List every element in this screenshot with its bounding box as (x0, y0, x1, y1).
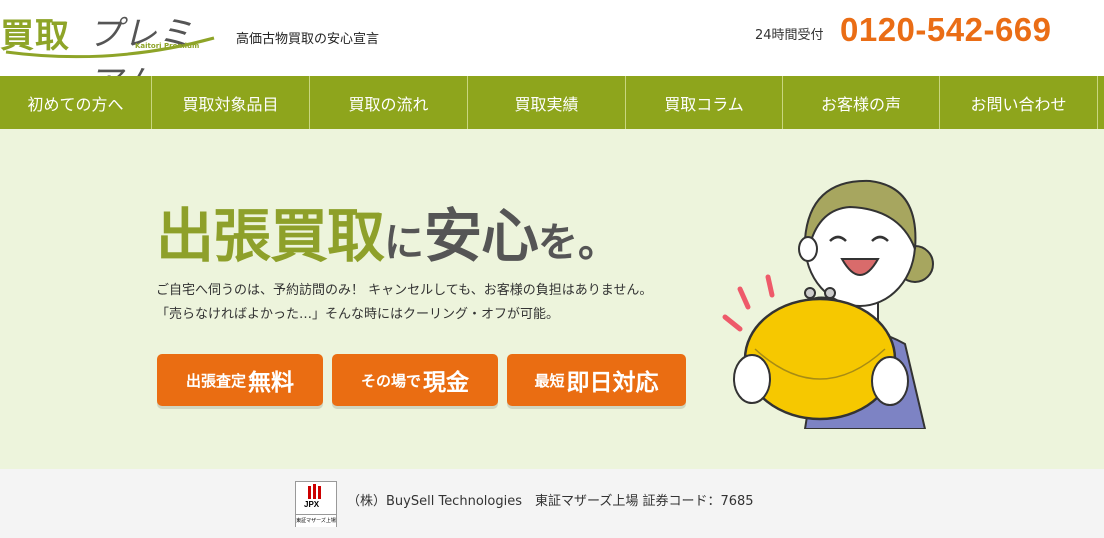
nav-item-first-time[interactable]: 初めての方へ (0, 76, 152, 129)
jpx-logo: JPX 東証マザーズ上場 (295, 481, 337, 527)
headline-part2: に (384, 220, 425, 266)
cta-small-text: その場で (360, 371, 421, 390)
company-info: （株）BuySell Technologies 東証マザーズ上場 証券コード：7… (347, 494, 754, 509)
logo-kanji: 買取 (0, 16, 70, 56)
nav-item-voices[interactable]: お客様の声 (783, 76, 940, 129)
headline-part1: 出張買取 (156, 202, 385, 270)
main-nav: 初めての方へ 買取対象品目 買取の流れ 買取実績 買取コラム お客様の声 お問い… (0, 76, 1104, 129)
site-footer: JPX 東証マザーズ上場 （株）BuySell Technologies 東証マ… (0, 469, 1104, 538)
cta-small-text: 出張査定 (185, 371, 246, 390)
hero-headline: 出張買取に安心を。 (156, 189, 618, 273)
desc-line-1: ご自宅へ伺うのは、予約訪問のみ！ キャンセルしても、お客様の負担はありません。 (156, 283, 653, 298)
desc-line-2: 「売らなければよかった…」そんな時にはクーリング・オフが可能。 (156, 307, 560, 322)
free-estimate-button[interactable]: 出張査定 無料 (157, 354, 323, 406)
nav-item-flow[interactable]: 買取の流れ (310, 76, 468, 129)
logo-roman: Kaitori Premium (135, 42, 200, 50)
hero-banner: 出張買取に安心を。 ご自宅へ伺うのは、予約訪問のみ！ キャンセルしても、お客様の… (0, 129, 1104, 469)
site-logo[interactable]: 買取 プレミアム Kaitori Premium (0, 2, 220, 103)
hero-description: ご自宅へ伺うのは、予約訪問のみ！ キャンセルしても、お客様の負担はありません。 … (156, 279, 652, 327)
nav-item-results[interactable]: 買取実績 (468, 76, 626, 129)
cash-on-spot-button[interactable]: その場で 現金 (332, 354, 498, 406)
cta-big-text: 即日対応 (566, 370, 659, 396)
headline-part4: を。 (538, 220, 619, 266)
nav-item-items[interactable]: 買取対象品目 (152, 76, 310, 129)
woman-with-purse-illustration (722, 179, 934, 429)
cta-big-text: 無料 (248, 370, 294, 396)
phone-number-link[interactable]: 0120-542-669 (840, 11, 1052, 49)
jpx-label: JPX (304, 500, 320, 509)
cta-big-text: 現金 (423, 370, 469, 396)
site-header: 買取 プレミアム Kaitori Premium 高価古物買取の安心宣言 24時… (0, 0, 1104, 103)
same-day-button[interactable]: 最短 即日対応 (507, 354, 686, 406)
nav-item-column[interactable]: 買取コラム (626, 76, 783, 129)
nav-item-contact[interactable]: お問い合わせ (940, 76, 1098, 129)
hours-label: 24時間受付 (755, 28, 824, 43)
cta-small-text: 最短 (534, 371, 565, 390)
jpx-sub-label: 東証マザーズ上場 (296, 514, 336, 527)
header-tagline: 高価古物買取の安心宣言 (236, 32, 380, 47)
headline-part3: 安心 (424, 202, 539, 270)
